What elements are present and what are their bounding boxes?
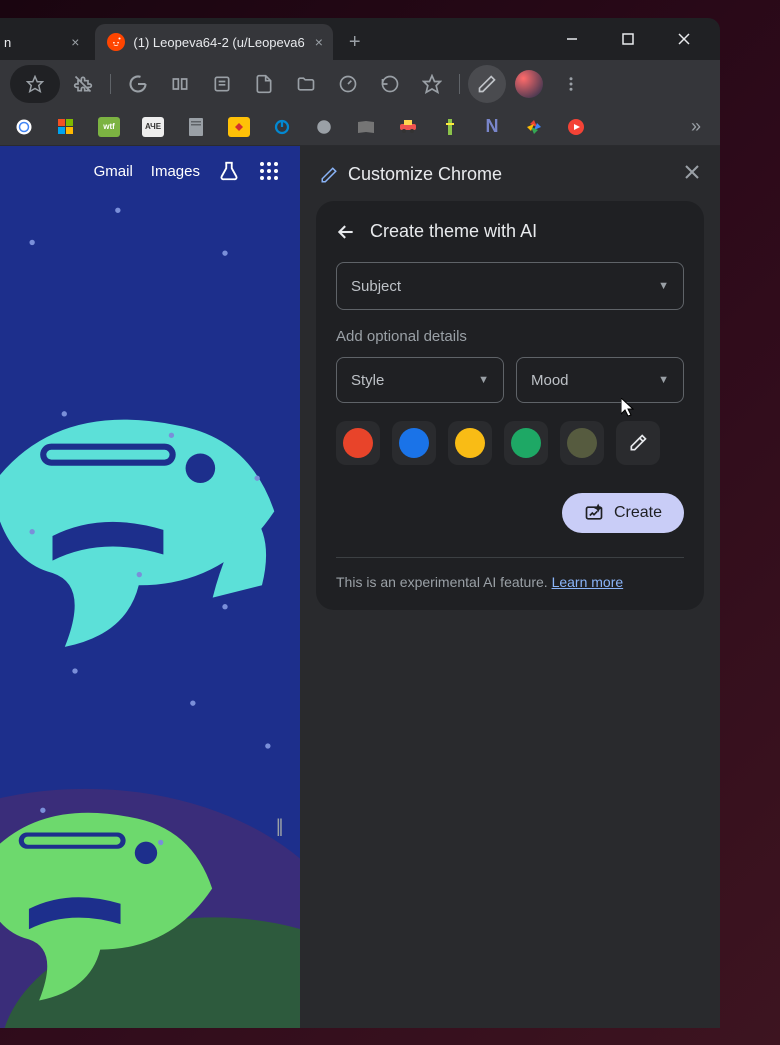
bookmark-yellow[interactable] xyxy=(228,117,250,137)
titlebar: n × (1) Leopeva64-2 (u/Leopeva6 × + xyxy=(0,18,720,60)
bookmark-car[interactable] xyxy=(398,117,418,137)
bookmark-google[interactable] xyxy=(14,117,34,137)
toolbar xyxy=(0,60,720,108)
optional-row: Style ▼ Mood ▼ xyxy=(336,357,684,403)
learn-more-link[interactable]: Learn more xyxy=(552,574,624,590)
divider xyxy=(336,557,684,558)
chevron-down-icon: ▼ xyxy=(658,374,669,386)
bookmark-aye[interactable]: АЧЕ xyxy=(142,117,164,137)
menu-icon[interactable] xyxy=(552,65,590,103)
extensions-icon[interactable] xyxy=(64,65,102,103)
bookmarks-overflow-icon[interactable]: » xyxy=(686,117,706,137)
bookmark-tower[interactable] xyxy=(440,117,460,137)
create-button[interactable]: Create xyxy=(562,493,684,533)
resize-handle[interactable]: || xyxy=(276,816,281,837)
bookmark-youtube[interactable] xyxy=(566,117,586,137)
performance-icon[interactable] xyxy=(329,65,367,103)
history-icon[interactable] xyxy=(371,65,409,103)
tab-title: (1) Leopeva64-2 (u/Leopeva6 xyxy=(133,35,304,50)
bookmark-doc[interactable] xyxy=(186,117,206,137)
reader-icon[interactable] xyxy=(161,65,199,103)
color-swatch-green[interactable] xyxy=(504,421,548,465)
disclaimer: This is an experimental AI feature. Lear… xyxy=(336,574,684,590)
content-area: Gmail Images || Customize Chrome Create … xyxy=(0,146,720,1028)
new-tab-page: Gmail Images xyxy=(0,146,300,1028)
color-swatch-blue[interactable] xyxy=(392,421,436,465)
customize-card: Create theme with AI Subject ▼ Add optio… xyxy=(316,201,704,610)
color-swatch-olive[interactable] xyxy=(560,421,604,465)
ntp-header: Gmail Images xyxy=(0,146,300,182)
apps-grid-icon[interactable] xyxy=(258,160,280,182)
mood-dropdown[interactable]: Mood ▼ xyxy=(516,357,684,403)
subject-dropdown[interactable]: Subject ▼ xyxy=(336,262,684,310)
optional-label: Add optional details xyxy=(336,328,684,345)
dropdown-label: Mood xyxy=(531,372,569,389)
divider xyxy=(459,74,460,94)
bookmark-n[interactable]: N xyxy=(482,117,502,137)
gmail-link[interactable]: Gmail xyxy=(94,163,133,180)
dropdown-label: Subject xyxy=(351,278,401,295)
back-arrow-icon[interactable] xyxy=(336,222,356,242)
document-icon[interactable] xyxy=(245,65,283,103)
dropdown-label: Style xyxy=(351,372,384,389)
profile-avatar[interactable] xyxy=(510,65,548,103)
theme-artwork xyxy=(0,146,300,1028)
customize-pen-icon[interactable] xyxy=(468,65,506,103)
reading-list-icon[interactable] xyxy=(203,65,241,103)
pen-icon xyxy=(320,166,338,184)
close-icon[interactable] xyxy=(684,164,700,185)
bookmark-star-icon[interactable] xyxy=(10,65,60,103)
bookmark-photos[interactable] xyxy=(524,117,544,137)
style-dropdown[interactable]: Style ▼ xyxy=(336,357,504,403)
side-panel-title: Customize Chrome xyxy=(348,164,502,185)
reddit-icon xyxy=(107,33,125,51)
disclaimer-text: This is an experimental AI feature. xyxy=(336,574,552,590)
bookmark-power[interactable] xyxy=(272,117,292,137)
bookmark-globe[interactable] xyxy=(314,117,334,137)
color-picker-button[interactable] xyxy=(616,421,660,465)
new-tab-button[interactable]: + xyxy=(339,31,371,54)
labs-icon[interactable] xyxy=(218,160,240,182)
maximize-button[interactable] xyxy=(608,23,648,55)
color-swatch-red[interactable] xyxy=(336,421,380,465)
tab-2-active[interactable]: (1) Leopeva64-2 (u/Leopeva6 × xyxy=(95,24,332,60)
bookmark-wtf[interactable]: wtf xyxy=(98,117,120,137)
bookmark-microsoft[interactable] xyxy=(56,117,76,137)
tab-title: n xyxy=(4,35,11,50)
bookmarks-icon[interactable] xyxy=(413,65,451,103)
chevron-down-icon: ▼ xyxy=(658,280,669,292)
back-row: Create theme with AI xyxy=(336,221,684,242)
tab-strip: n × (1) Leopeva64-2 (u/Leopeva6 × + xyxy=(0,24,371,60)
color-swatches xyxy=(336,421,684,465)
tab-1[interactable]: n × xyxy=(0,24,89,60)
divider xyxy=(110,74,111,94)
minimize-button[interactable] xyxy=(552,23,592,55)
close-icon[interactable]: × xyxy=(71,34,79,50)
side-panel: Customize Chrome Create theme with AI Su… xyxy=(300,146,720,1028)
side-panel-header: Customize Chrome xyxy=(316,160,704,201)
chevron-down-icon: ▼ xyxy=(478,374,489,386)
color-swatch-yellow[interactable] xyxy=(448,421,492,465)
close-icon[interactable]: × xyxy=(315,34,323,50)
close-button[interactable] xyxy=(664,23,704,55)
eyedropper-icon xyxy=(628,433,648,453)
image-sparkle-icon xyxy=(584,503,604,523)
bookmark-book[interactable] xyxy=(356,117,376,137)
bookmarks-bar: wtf АЧЕ N » xyxy=(0,108,720,146)
window-controls xyxy=(552,23,712,55)
google-search-icon[interactable] xyxy=(119,65,157,103)
section-title: Create theme with AI xyxy=(370,221,537,242)
images-link[interactable]: Images xyxy=(151,163,200,180)
folder-icon[interactable] xyxy=(287,65,325,103)
browser-window: n × (1) Leopeva64-2 (u/Leopeva6 × + xyxy=(0,18,720,1028)
create-label: Create xyxy=(614,504,662,522)
